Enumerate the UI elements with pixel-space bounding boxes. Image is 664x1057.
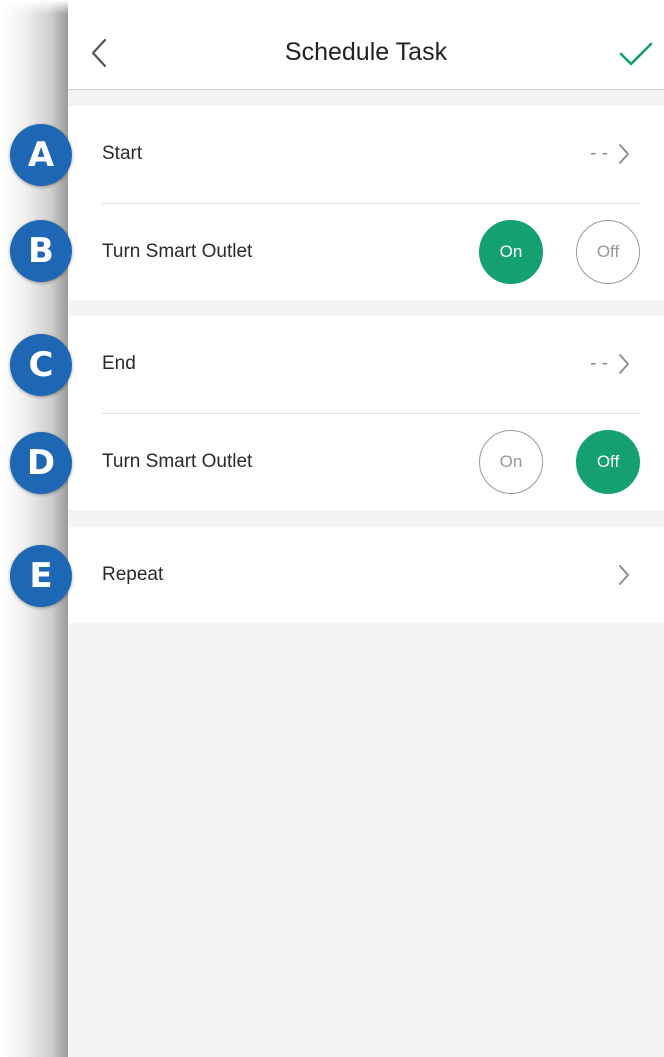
end-value: - -: [590, 353, 630, 375]
repeat-group: Repeat: [68, 527, 664, 623]
callout-badge-b: B: [10, 220, 72, 282]
start-outlet-label: Turn Smart Outlet: [102, 241, 253, 262]
navigation-bar: Schedule Task: [68, 14, 664, 90]
chevron-right-icon: [619, 565, 629, 585]
end-time-row[interactable]: End - -: [68, 316, 664, 412]
schedule-task-screen: Schedule Task Start - - Turn Smart Outle…: [68, 14, 664, 1057]
callout-badge-e: E: [10, 545, 72, 607]
end-on-button[interactable]: On: [479, 430, 543, 494]
chevron-right-icon: [619, 144, 629, 164]
start-on-button[interactable]: On: [479, 220, 543, 284]
start-time-row[interactable]: Start - -: [68, 106, 664, 202]
end-outlet-row: Turn Smart Outlet On Off: [68, 414, 664, 510]
start-value: - -: [590, 143, 630, 165]
start-label: Start: [102, 143, 143, 164]
end-outlet-label: Turn Smart Outlet: [102, 451, 253, 472]
callout-badge-c: C: [10, 334, 72, 396]
start-off-button[interactable]: Off: [576, 220, 640, 284]
start-outlet-row: Turn Smart Outlet On Off: [68, 204, 664, 300]
end-label: End: [102, 353, 136, 374]
callout-badge-a: A: [10, 124, 72, 186]
repeat-label: Repeat: [102, 564, 164, 585]
chevron-right-icon: [619, 354, 629, 374]
end-time-value: - -: [590, 353, 608, 374]
end-group: End - - Turn Smart Outlet On Off: [68, 316, 664, 510]
start-group: Start - - Turn Smart Outlet On Off: [68, 106, 664, 300]
start-time-value: - -: [590, 143, 608, 164]
callout-badge-d: D: [10, 432, 72, 494]
top-fade: [0, 0, 664, 14]
repeat-row[interactable]: Repeat: [68, 527, 664, 623]
end-off-button[interactable]: Off: [576, 430, 640, 494]
repeat-value: [618, 564, 630, 586]
checkmark-icon: [619, 42, 653, 66]
page-title: Schedule Task: [284, 38, 448, 66]
confirm-button[interactable]: [616, 36, 656, 72]
